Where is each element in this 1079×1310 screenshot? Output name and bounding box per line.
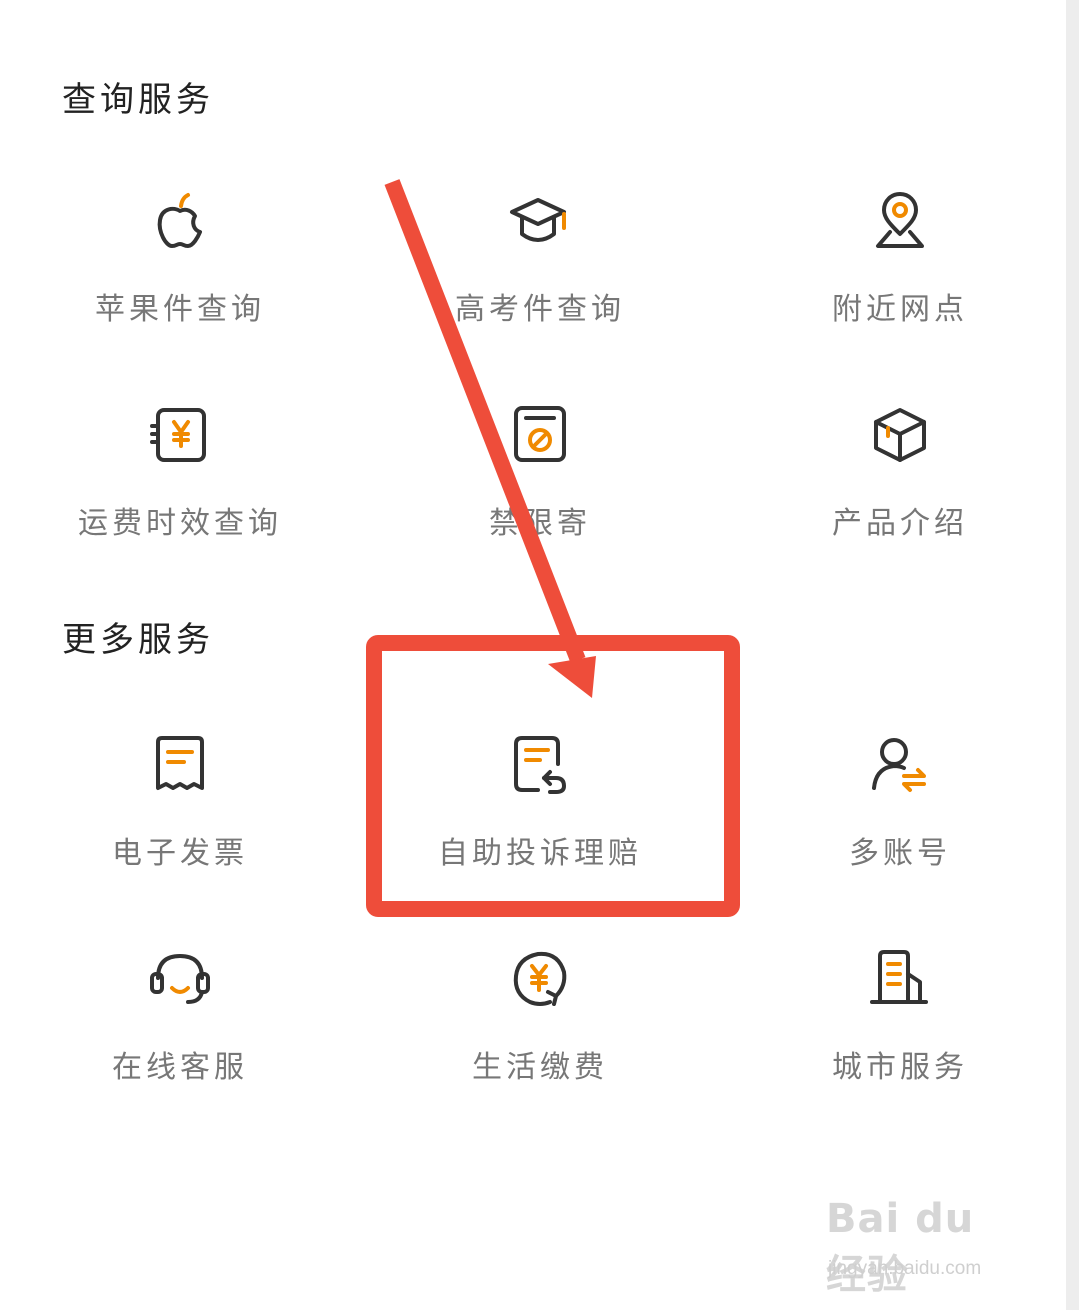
freight-yen-icon — [148, 404, 212, 468]
service-label: 禁限寄 — [489, 506, 591, 541]
invoice-icon — [148, 734, 212, 798]
claim-return-icon — [508, 734, 572, 798]
service-label: 城市服务 — [832, 1050, 968, 1085]
service-label: 运费时效查询 — [78, 506, 282, 541]
service-prohibited-items[interactable]: 禁限寄 — [390, 404, 690, 604]
service-label: 电子发票 — [112, 836, 248, 871]
service-multi-account[interactable]: 多账号 — [750, 734, 1050, 934]
yen-refresh-icon — [508, 948, 572, 1012]
building-icon — [868, 948, 932, 1012]
service-label: 附近网点 — [832, 292, 968, 327]
service-label: 在线客服 — [112, 1050, 248, 1085]
section-title-query: 查询服务 — [62, 80, 214, 120]
service-label: 高考件查询 — [455, 292, 625, 327]
service-product-intro[interactable]: 产品介绍 — [750, 404, 1050, 604]
user-switch-icon — [868, 734, 932, 798]
apple-icon — [148, 190, 212, 254]
service-e-invoice[interactable]: 电子发票 — [30, 734, 330, 934]
service-city-services[interactable]: 城市服务 — [750, 948, 1050, 1148]
headset-icon — [148, 948, 212, 1012]
box-icon — [868, 404, 932, 468]
service-label: 自助投诉理赔 — [438, 836, 642, 871]
service-gaokao-query[interactable]: 高考件查询 — [390, 190, 690, 390]
service-apple-query[interactable]: 苹果件查询 — [30, 190, 330, 390]
service-self-complaint-claim[interactable]: 自助投诉理赔 — [390, 734, 690, 934]
section-title-more: 更多服务 — [62, 620, 214, 660]
watermark-brand: Bai du 经验 — [826, 1196, 975, 1298]
scrollbar-track — [1066, 0, 1079, 1310]
service-freight-time[interactable]: 运费时效查询 — [30, 404, 330, 604]
annotation-arrow-head — [548, 656, 596, 698]
service-online-support[interactable]: 在线客服 — [30, 948, 330, 1148]
location-pin-icon — [868, 190, 932, 254]
service-label: 多账号 — [849, 836, 951, 871]
service-label: 苹果件查询 — [95, 292, 265, 327]
watermark-url: jingyan.baidu.com — [828, 1258, 982, 1279]
prohibited-icon — [508, 404, 572, 468]
service-nearby-outlets[interactable]: 附近网点 — [750, 190, 1050, 390]
service-utility-payment[interactable]: 生活缴费 — [390, 948, 690, 1148]
graduation-cap-icon — [508, 190, 572, 254]
service-label: 生活缴费 — [472, 1050, 608, 1085]
service-label: 产品介绍 — [832, 506, 968, 541]
baidu-jingyan-watermark: Bai du 经验 jingyan.baidu.com — [826, 1188, 1026, 1298]
